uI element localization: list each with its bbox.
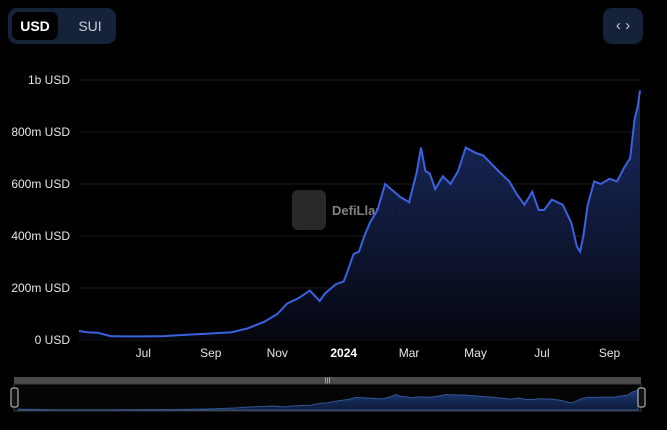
tvl-area-chart: 0 USD 200m USD 400m USD 600m USD 800m USD 1b … — [10, 73, 646, 412]
x-tick-label: Sep — [200, 346, 222, 360]
y-tick-label: 800m USD — [11, 125, 70, 139]
y-tick-label: 0 USD — [35, 333, 71, 347]
x-tick-label: Nov — [267, 346, 288, 360]
y-axis: 0 USD 200m USD 400m USD 600m USD 800m USD 1b … — [11, 73, 70, 347]
x-tick-label: Jul — [534, 346, 549, 360]
x-tick-label: 2024 — [330, 346, 357, 360]
x-tick-label: Jul — [136, 346, 151, 360]
y-tick-label: 200m USD — [11, 281, 70, 295]
y-tick-label: 400m USD — [11, 229, 70, 243]
y-tick-label: 1b USD — [28, 73, 70, 87]
slider-left-handle[interactable] — [10, 387, 19, 408]
range-slider[interactable]: ||| — [10, 377, 646, 412]
slider-right-handle[interactable] — [637, 387, 646, 408]
x-tick-label: Mar — [399, 346, 420, 360]
x-axis: Jul Sep Nov 2024 Mar May Jul Sep — [136, 346, 621, 360]
x-tick-label: May — [464, 346, 487, 360]
y-tick-label: 600m USD — [11, 177, 70, 191]
llama-logo-icon — [292, 190, 326, 230]
x-tick-label: Sep — [599, 346, 621, 360]
